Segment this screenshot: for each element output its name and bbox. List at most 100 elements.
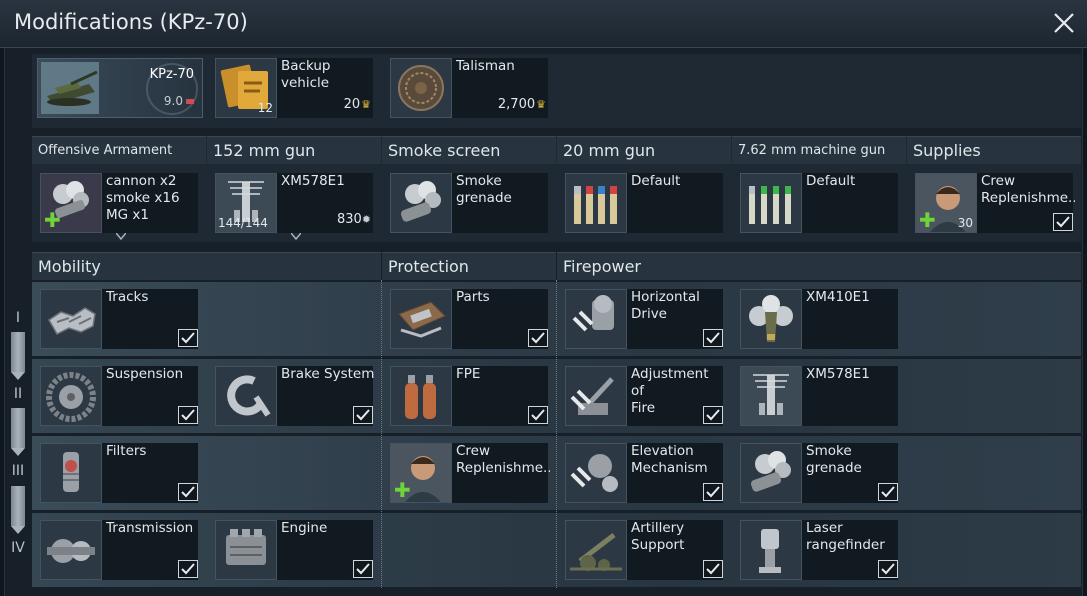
mod-brake-system[interactable]: Brake System xyxy=(215,366,375,426)
20mm-belt-slot[interactable]: Default xyxy=(565,173,725,233)
wrench-plus-icon: ✚ xyxy=(44,208,61,232)
battle-rating-value: 9.0 xyxy=(163,94,183,108)
checkbox-checked-icon[interactable] xyxy=(353,560,373,578)
checkbox-checked-icon[interactable] xyxy=(528,329,548,347)
mod-label: Suspension xyxy=(106,366,184,382)
column-supplies: Supplies xyxy=(907,136,1081,164)
fire-extinguisher-icon xyxy=(390,366,452,426)
plus-icon: ✚ xyxy=(394,478,411,502)
tier-arrow-icon xyxy=(11,372,25,380)
checkbox-checked-icon[interactable] xyxy=(178,560,198,578)
laser-rangefinder-icon xyxy=(740,520,802,580)
window-titlebar: Modifications (KPz-70) xyxy=(0,0,1087,48)
mod-transmission[interactable]: Transmission xyxy=(40,520,200,580)
mod-laser-rangefinder[interactable]: Laser rangefinder xyxy=(740,520,900,580)
engine-icon xyxy=(215,520,277,580)
chevron-down-icon[interactable] xyxy=(291,233,301,241)
talisman-icon xyxy=(390,58,452,118)
tier-label-2: II xyxy=(13,386,23,402)
mod-label: XM578E1 xyxy=(806,366,870,382)
talisman-label: Talisman xyxy=(456,58,515,74)
checkbox-checked-icon[interactable] xyxy=(703,560,723,578)
backup-vehicle-label: Backup vehicle xyxy=(281,58,331,91)
offensive-armament-slot[interactable]: ✚ cannon x2 smoke x16 MG x1 xyxy=(40,173,200,241)
adjustment-of-fire-icon xyxy=(565,366,627,426)
checkbox-checked-icon[interactable] xyxy=(528,406,548,424)
mod-fpe[interactable]: FPE xyxy=(390,366,550,426)
talisman-slot[interactable]: Talisman 2,700♛ xyxy=(390,58,550,118)
crew-replenishment-supply-slot[interactable]: ✚ 30 Crew Replenishme... xyxy=(915,173,1075,233)
tier-progress-bar xyxy=(11,332,25,372)
crew-portrait-icon: ✚ xyxy=(390,443,452,503)
mod-label: Transmission xyxy=(106,520,194,536)
checkbox-checked-icon[interactable] xyxy=(703,483,723,501)
xm578e1-price: 830✹ xyxy=(337,212,371,227)
mod-label: Crew Replenishme... xyxy=(456,443,550,476)
tier-label-3: III xyxy=(11,463,25,479)
horizontal-drive-icon xyxy=(565,289,627,349)
offensive-armament-label: cannon x2 smoke x16 MG x1 xyxy=(106,173,180,223)
crew-portrait-icon: ✚ 30 xyxy=(915,173,977,233)
mod-parts[interactable]: Parts xyxy=(390,289,550,349)
backup-price-value: 20 xyxy=(343,97,361,112)
talisman-price: 2,700♛ xyxy=(498,97,546,112)
mod-label: Engine xyxy=(281,520,328,536)
mod-adjustment-of-fire[interactable]: Adjustment of Fire xyxy=(565,366,725,426)
backup-vehicle-slot[interactable]: 12 Backup vehicle 20♛ xyxy=(215,58,375,118)
golden-eagle-icon: ♛ xyxy=(536,98,546,111)
close-button[interactable] xyxy=(1049,8,1079,38)
vehicle-card[interactable]: KPz-70 9.0 xyxy=(37,58,203,118)
plus-icon: ✚ xyxy=(919,208,936,232)
mod-horizontal-drive[interactable]: Horizontal Drive xyxy=(565,289,725,349)
checkbox-checked-icon[interactable] xyxy=(178,483,198,501)
mod-suspension[interactable]: Suspension xyxy=(40,366,200,426)
xm578e1-price-value: 830 xyxy=(336,212,362,227)
xm578e1-ammo-label: XM578E1 xyxy=(281,173,345,189)
talisman-price-value: 2,700 xyxy=(497,97,536,112)
tier-arrow-icon xyxy=(11,448,25,456)
mg-belt-label: Default xyxy=(806,173,856,189)
xm578e1-shell-icon xyxy=(740,366,802,426)
smoke-grenade-slot[interactable]: Smoke grenade xyxy=(390,173,550,233)
column-152mm-gun: 152 mm gun xyxy=(207,136,381,164)
backup-price: 20♛ xyxy=(344,97,371,112)
section-protection: Protection xyxy=(382,252,556,280)
smoke-grenade-label: Smoke grenade xyxy=(456,173,512,206)
checkbox-checked-icon[interactable] xyxy=(703,406,723,424)
vehicle-name: KPz-70 xyxy=(149,67,194,82)
mod-artillery-support[interactable]: Artillery Support xyxy=(565,520,725,580)
tier-arrow-icon xyxy=(11,526,25,534)
parts-icon xyxy=(390,289,452,349)
transmission-icon xyxy=(40,520,102,580)
silver-lion-icon: ✹ xyxy=(361,213,371,226)
mod-label: Artillery Support xyxy=(631,520,685,553)
chevron-down-icon[interactable] xyxy=(116,233,126,241)
window-title: Modifications (KPz-70) xyxy=(14,10,248,34)
mg-belt-slot[interactable]: Default xyxy=(740,173,900,233)
ammo-count: 144/144 xyxy=(218,216,268,230)
tier-progress-bar xyxy=(11,408,25,448)
checkbox-checked-icon[interactable] xyxy=(1053,213,1073,231)
tier-label-4: IV xyxy=(11,540,25,556)
mod-elevation-mechanism[interactable]: Elevation Mechanism xyxy=(565,443,725,503)
mod-crew-replenishment[interactable]: ✚ Crew Replenishme... xyxy=(390,443,550,503)
elevation-mechanism-icon xyxy=(565,443,627,503)
checkbox-checked-icon[interactable] xyxy=(878,483,898,501)
section-divider xyxy=(556,280,557,588)
mg-cartridges-icon xyxy=(740,173,802,233)
golden-eagle-icon: ♛ xyxy=(361,98,371,111)
mod-filters[interactable]: Filters xyxy=(40,443,200,503)
checkbox-checked-icon[interactable] xyxy=(178,406,198,424)
mod-engine[interactable]: Engine xyxy=(215,520,375,580)
mod-smoke-grenade[interactable]: Smoke grenade xyxy=(740,443,900,503)
checkbox-checked-icon[interactable] xyxy=(703,329,723,347)
mod-tracks[interactable]: Tracks xyxy=(40,289,200,349)
close-icon xyxy=(1054,13,1074,33)
checkbox-checked-icon[interactable] xyxy=(353,406,373,424)
mod-xm578e1[interactable]: XM578E1 xyxy=(740,366,900,426)
mod-xm410e1[interactable]: XM410E1 xyxy=(740,289,900,349)
checkbox-checked-icon[interactable] xyxy=(878,560,898,578)
mod-label: Elevation Mechanism xyxy=(631,443,708,476)
xm578e1-ammo-slot[interactable]: 144/144 XM578E1 830✹ xyxy=(215,173,375,241)
checkbox-checked-icon[interactable] xyxy=(178,329,198,347)
